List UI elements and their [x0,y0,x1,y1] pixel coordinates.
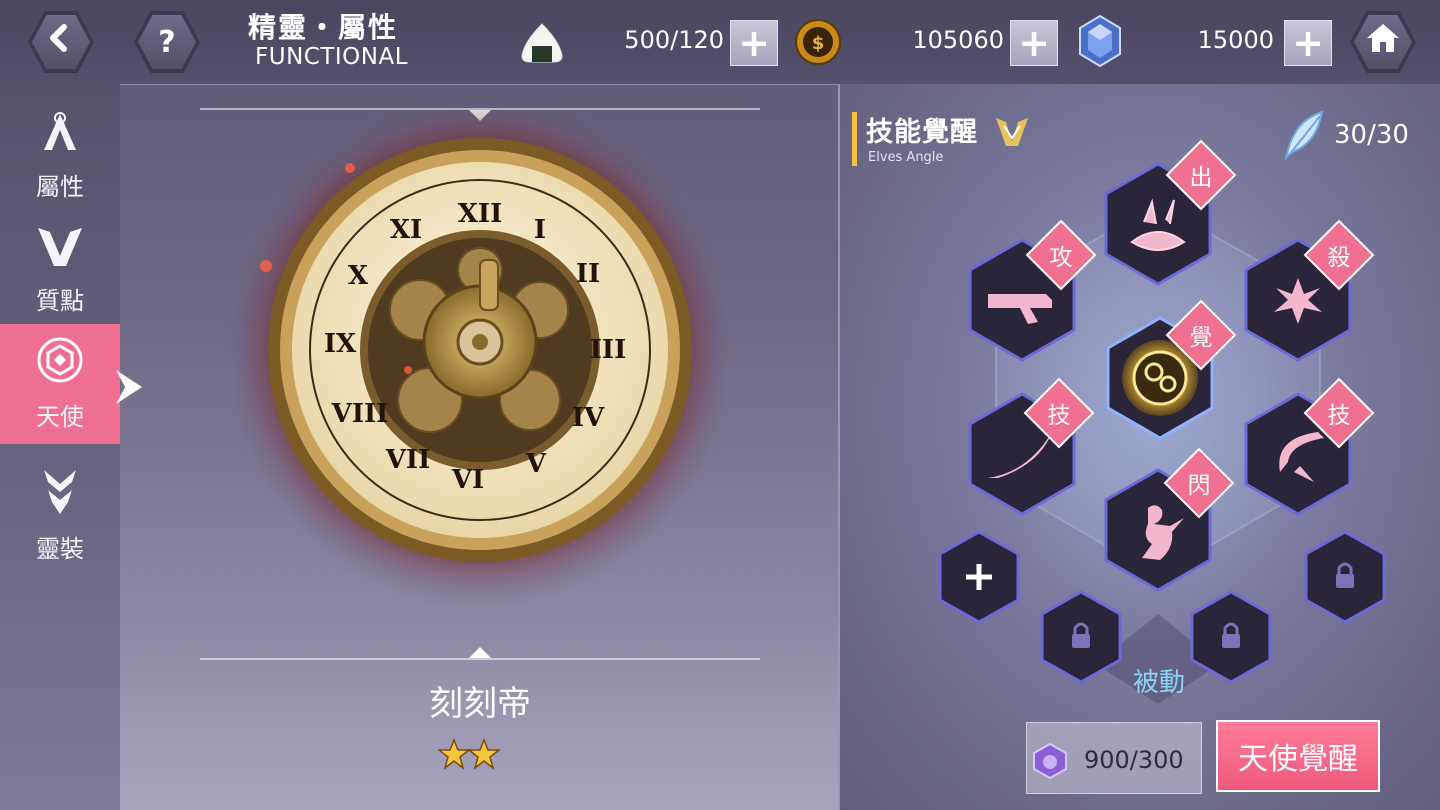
passive-slot-locked[interactable] [1190,590,1272,684]
svg-text:X: X [348,261,369,291]
skill-tag-label: 殺 [1327,245,1351,271]
back-icon [44,21,78,63]
svg-text:VI: VI [451,465,484,495]
attribute-icon [38,110,82,163]
help-button[interactable]: ? [134,11,200,73]
stamina-icon [516,20,568,70]
sidebar-item-astral-dress[interactable]: 靈裝 [0,456,120,576]
stamina-value: 500/120 [624,26,724,54]
skill-tag-label: 攻 [1049,245,1073,271]
angel-icon [36,336,84,393]
page-subtitle: FUNCTIONAL [255,44,409,70]
gold-value: 105060 [912,26,1004,54]
gold-coin-icon: $ [794,18,842,70]
star-rating [436,737,502,776]
crystal-icon [1076,14,1124,72]
sephira-icon [36,224,84,277]
svg-text:IV: IV [572,403,605,433]
back-button[interactable] [28,11,94,73]
sidebar-item-angel[interactable]: 天使 [0,324,120,444]
divider-marker-icon [469,647,491,658]
home-button[interactable] [1350,11,1416,73]
skill-tag-label: 閃 [1187,473,1211,499]
bottom-divider [200,658,760,660]
add-stamina-button[interactable]: + [730,20,778,66]
svg-text:XII: XII [458,199,503,229]
sidebar-item-sephira[interactable]: 質點 [0,210,120,330]
awaken-cost-value: 900/300 [1084,746,1184,774]
svg-text:II: II [576,259,600,289]
help-icon: ? [158,24,176,60]
svg-text:III: III [590,335,627,365]
svg-text:XI: XI [390,215,422,245]
sidebar-item-label: 屬性 [36,173,84,201]
purple-gem-icon [1032,742,1068,784]
svg-text:I: I [534,215,546,245]
sidebar-item-attribute[interactable]: 屬性 [0,96,120,216]
svg-text:VII: VII [385,445,431,475]
page-title: 精靈・屬性 [248,11,399,44]
add-gold-button[interactable]: + [1010,20,1058,66]
passive-slot-locked[interactable] [1040,590,1122,684]
svg-text:IX: IX [324,329,357,359]
skill-tag-label: 技 [1327,403,1351,429]
svg-text:V: V [525,449,547,479]
crystal-value: 15000 [1197,26,1274,54]
passive-label: 被動 [1132,668,1185,698]
skill-tag-label: 出 [1189,165,1213,191]
sidebar-item-label: 質點 [36,287,84,315]
skill-tag-label: 覺 [1189,325,1213,351]
astral-dress-icon [38,468,82,525]
sidebar-item-label: 靈裝 [36,535,84,563]
passive-slot-add[interactable] [938,530,1020,624]
sidebar-item-label: 天使 [36,403,84,431]
skill-tag-label: 技 [1047,403,1071,429]
svg-text:VIII: VIII [331,399,389,429]
angel-clock-image: XII I II III IV V VI VII VIII IX X XI [200,90,760,614]
angel-awaken-button[interactable]: 天使覺醒 [1216,720,1380,792]
add-crystal-button[interactable]: + [1284,20,1332,66]
character-name: 刻刻帝 [429,684,531,724]
svg-text:$: $ [812,33,825,54]
star-icon [436,737,502,770]
passive-slot-locked[interactable] [1304,530,1386,624]
home-icon [1365,22,1401,62]
top-bar: ? 精靈・屬性 FUNCTIONAL 500/120 + $ 105060 + … [0,0,1440,85]
